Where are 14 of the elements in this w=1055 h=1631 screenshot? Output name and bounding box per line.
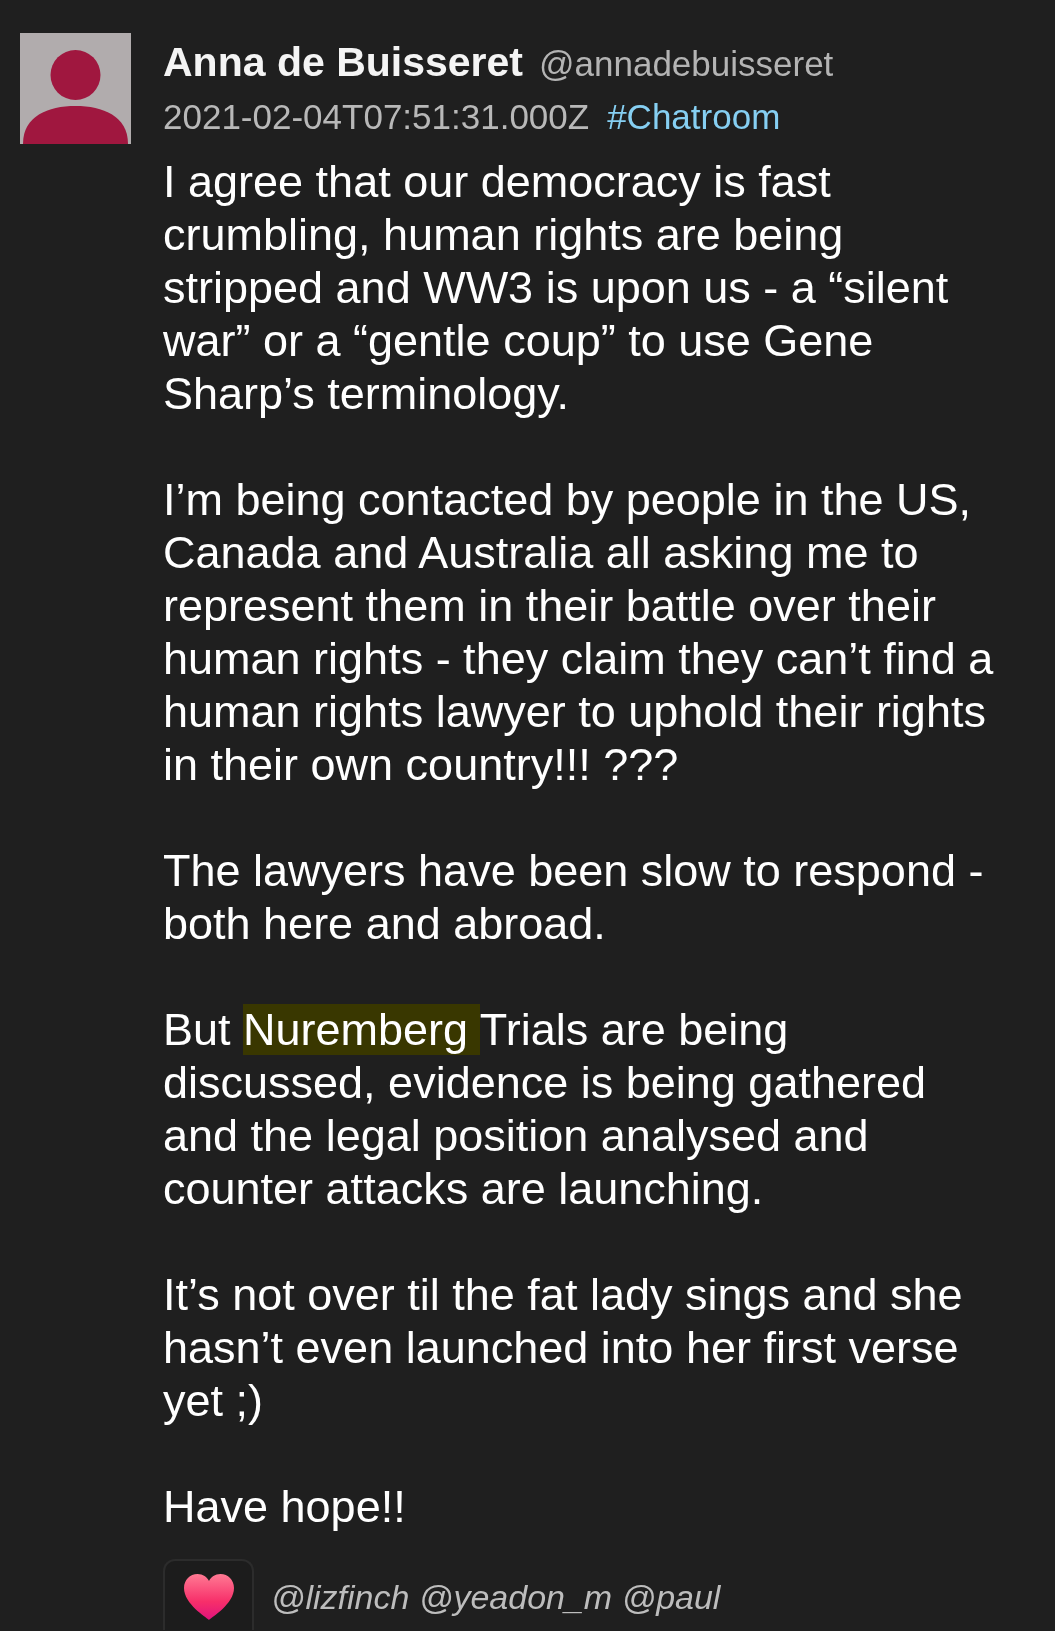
reaction-users: @lizfinch @yeadon_m @paul	[271, 1577, 721, 1617]
author-handle: @annadebuisseret	[539, 43, 834, 85]
message-paragraph: But Nuremberg Trials are being discussed, evidence is being gathered and the legal position analysed and counter attacks are launching.	[163, 1003, 927, 1215]
message-paragraph: It’s not over til the fat lady sings and she hasn’t even launched into her first verse yet ;)	[163, 1268, 964, 1427]
heart-icon	[183, 1574, 234, 1620]
user-avatar-icon	[20, 33, 131, 144]
message-paragraph: The lawyers have been slow to respond - both here and abroad.	[163, 844, 985, 950]
author-name: Anna de Buisseret	[163, 38, 523, 87]
channel-link[interactable]: #Chatroom	[607, 92, 781, 142]
message-paragraph: I agree that our democracy is fast crumbling, human rights are being stripped and WW3 is upon us - a “silent war” or a “gentle coup” to use Gene Sharp’s terminology.	[163, 155, 950, 420]
reaction-button[interactable]	[163, 1559, 254, 1630]
message-paragraph: I’m being contacted by people in the US, Canada and Australia all asking me to represent them in their battle over their human rights - they claim they can’t find a human rights lawyer to uphold their rights in their own country!!! ???	[163, 473, 995, 791]
message-paragraph: Have hope!!	[163, 1480, 407, 1533]
message-timestamp: 2021-02-04T07:51:31.000Z	[163, 96, 590, 138]
